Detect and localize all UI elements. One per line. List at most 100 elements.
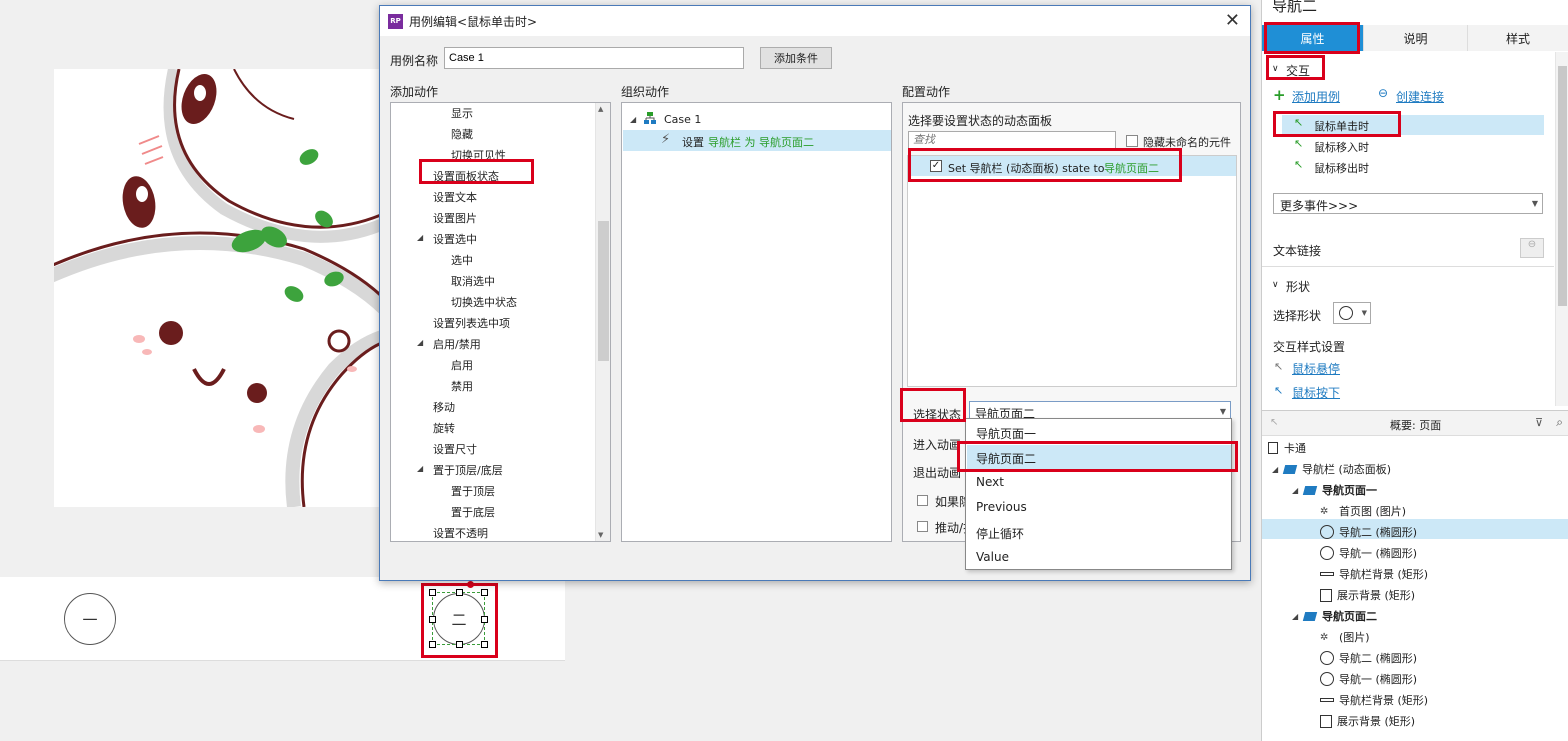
resize-handle[interactable] xyxy=(481,589,488,596)
case-label[interactable]: Case 1 xyxy=(664,113,701,126)
dropdown-option[interactable]: Value xyxy=(976,550,1009,564)
state-dropdown-list[interactable]: 导航页面一 导航页面二 Next Previous 停止循环 Value xyxy=(965,418,1232,570)
tab-style[interactable]: 样式 xyxy=(1468,25,1568,51)
plus-icon[interactable]: + xyxy=(1273,86,1286,104)
more-events-dropdown[interactable]: 更多事件>>> ▼ xyxy=(1273,193,1543,214)
action-item[interactable]: 切换选中状态 xyxy=(451,294,517,310)
outline-item[interactable]: 导航二 (椭圆形) xyxy=(1320,650,1417,666)
action-item[interactable]: 显示 xyxy=(451,105,473,121)
organize-actions-panel[interactable]: ◢ Case 1 ⚡ 设置 导航栏 为 导航页面二 xyxy=(621,102,892,542)
expand-triangle-icon[interactable]: ◢ xyxy=(417,338,423,347)
action-item[interactable]: 设置不透明 xyxy=(433,525,488,541)
expand-triangle-icon[interactable]: ◢ xyxy=(1292,612,1298,621)
dynamic-panel-list[interactable]: ✓ Set 导航栏 (动态面板) state to 导航页面二 xyxy=(907,155,1237,387)
outline-item[interactable]: 导航页面二 xyxy=(1302,608,1377,624)
expand-triangle-icon[interactable]: ◢ xyxy=(417,464,423,473)
rotate-handle[interactable] xyxy=(467,581,474,588)
add-condition-button[interactable]: 添加条件 xyxy=(760,47,832,69)
expand-triangle-icon[interactable]: ◢ xyxy=(1292,486,1298,495)
action-item[interactable]: 隐藏 xyxy=(451,126,473,142)
outline-item[interactable]: 展示背景 (矩形) xyxy=(1320,713,1415,729)
tab-properties[interactable]: 属性 xyxy=(1262,25,1364,51)
panel-list-row[interactable]: ✓ Set 导航栏 (动态面板) state to 导航页面二 xyxy=(908,156,1236,176)
outline-item[interactable]: 导航栏背景 (矩形) xyxy=(1320,692,1428,708)
action-item[interactable]: 移动 xyxy=(433,399,455,415)
add-case-link[interactable]: 添加用例 xyxy=(1292,88,1340,105)
widget-name-title[interactable]: 导航二 xyxy=(1272,0,1317,16)
outline-item[interactable]: 导航栏背景 (矩形) xyxy=(1320,566,1428,582)
tab-notes[interactable]: 说明 xyxy=(1364,25,1468,51)
dropdown-option[interactable]: 停止循环 xyxy=(976,525,1024,542)
action-item[interactable]: 设置选中 xyxy=(433,231,477,247)
chevron-down-icon[interactable]: ∨ xyxy=(1272,280,1279,290)
outline-item[interactable]: 导航一 (椭圆形) xyxy=(1320,671,1417,687)
hide-unnamed-checkbox[interactable] xyxy=(1126,135,1138,147)
if-hidden-checkbox[interactable] xyxy=(917,495,928,506)
action-item[interactable]: 选中 xyxy=(451,252,473,268)
outline-item[interactable]: 展示背景 (矩形) xyxy=(1320,587,1415,603)
scroll-up-icon[interactable]: ▲ xyxy=(598,105,603,113)
search-input[interactable] xyxy=(908,131,1116,149)
interaction-header[interactable]: 交互 xyxy=(1286,62,1310,79)
filter-icon[interactable]: ⊽ xyxy=(1535,416,1543,429)
scrollbar-thumb[interactable] xyxy=(1558,66,1567,306)
action-item[interactable]: 置于底层 xyxy=(451,504,495,520)
action-list[interactable]: 显示隐藏切换可见性设置面板状态 设置文本设置图片 ◢ 设置选中选中取消选中切换选中状态… xyxy=(390,102,611,542)
action-item[interactable]: 置于顶层 xyxy=(451,483,495,499)
pressed-style-link[interactable]: 鼠标按下 xyxy=(1292,384,1340,401)
outline-item[interactable]: ✲ 首页图 (图片) xyxy=(1320,503,1406,519)
cartoon-image[interactable] xyxy=(54,69,380,507)
resize-handle[interactable] xyxy=(456,641,463,648)
dropdown-option[interactable]: Previous xyxy=(976,500,1027,514)
action-item[interactable]: 设置面板状态 xyxy=(433,168,499,184)
nav-one-circle[interactable]: 一 xyxy=(64,593,116,645)
outline-item[interactable]: 导航一 (椭圆形) xyxy=(1320,545,1417,561)
action-item[interactable]: 旋转 xyxy=(433,420,455,436)
resize-handle[interactable] xyxy=(481,641,488,648)
action-list-scrollbar[interactable]: ▲ ▼ xyxy=(595,103,610,541)
expand-triangle-icon[interactable]: ◢ xyxy=(1272,465,1278,474)
action-item[interactable]: 设置列表选中项 xyxy=(433,315,510,331)
chevron-down-icon[interactable]: ∨ xyxy=(1272,64,1279,74)
resize-handle[interactable] xyxy=(456,589,463,596)
action-item[interactable]: 置于顶层/底层 xyxy=(433,462,503,478)
case-name-input[interactable] xyxy=(444,47,744,69)
selection-box[interactable] xyxy=(429,589,488,648)
action-item[interactable]: 设置图片 xyxy=(433,210,477,226)
close-icon[interactable]: ✕ xyxy=(1225,10,1240,31)
push-checkbox[interactable] xyxy=(917,521,928,532)
action-item[interactable]: 设置文本 xyxy=(433,189,477,205)
dropdown-option[interactable]: 导航页面一 xyxy=(976,425,1036,442)
action-item[interactable]: 启用/禁用 xyxy=(433,336,481,352)
panel-checkbox-checked[interactable]: ✓ xyxy=(930,160,942,172)
event-click[interactable]: 鼠标单击时 xyxy=(1314,118,1369,134)
action-item[interactable]: 取消选中 xyxy=(451,273,495,289)
outline-item[interactable]: 导航栏 (动态面板) xyxy=(1282,461,1391,477)
link-icon-button[interactable]: ⊖ xyxy=(1520,238,1544,258)
link-icon[interactable]: ⊖ xyxy=(1378,86,1388,100)
outline-item[interactable]: 卡通 xyxy=(1268,440,1306,456)
search-icon[interactable]: ⌕ xyxy=(1556,415,1563,430)
resize-handle[interactable] xyxy=(429,641,436,648)
shape-header[interactable]: 形状 xyxy=(1286,278,1310,295)
expand-triangle-icon[interactable]: ◢ xyxy=(417,233,423,242)
resize-handle[interactable] xyxy=(481,616,488,623)
scrollbar-thumb[interactable] xyxy=(598,221,609,361)
scroll-down-icon[interactable]: ▼ xyxy=(598,531,603,539)
action-item[interactable]: 禁用 xyxy=(451,378,473,394)
action-item[interactable]: 设置尺寸 xyxy=(433,441,477,457)
hover-style-link[interactable]: 鼠标悬停 xyxy=(1292,360,1340,377)
dropdown-option[interactable]: Next xyxy=(976,475,1004,489)
expand-triangle-icon[interactable]: ◢ xyxy=(630,115,636,124)
event-mouse-enter[interactable]: 鼠标移入时 xyxy=(1314,139,1369,155)
selected-action-row[interactable]: ⚡ 设置 导航栏 为 导航页面二 xyxy=(623,130,891,151)
outline-item[interactable]: ✲ (图片) xyxy=(1320,629,1370,645)
outline-item[interactable]: 导航二 (椭圆形) xyxy=(1320,524,1417,540)
action-item[interactable]: 启用 xyxy=(451,357,473,373)
resize-handle[interactable] xyxy=(429,616,436,623)
action-item[interactable]: 切换可见性 xyxy=(451,147,506,163)
event-mouse-leave[interactable]: 鼠标移出时 xyxy=(1314,160,1369,176)
outline-item[interactable]: 导航页面一 xyxy=(1302,482,1377,498)
shape-picker[interactable]: ▼ xyxy=(1333,302,1371,324)
dropdown-option[interactable]: 导航页面二 xyxy=(976,450,1036,467)
